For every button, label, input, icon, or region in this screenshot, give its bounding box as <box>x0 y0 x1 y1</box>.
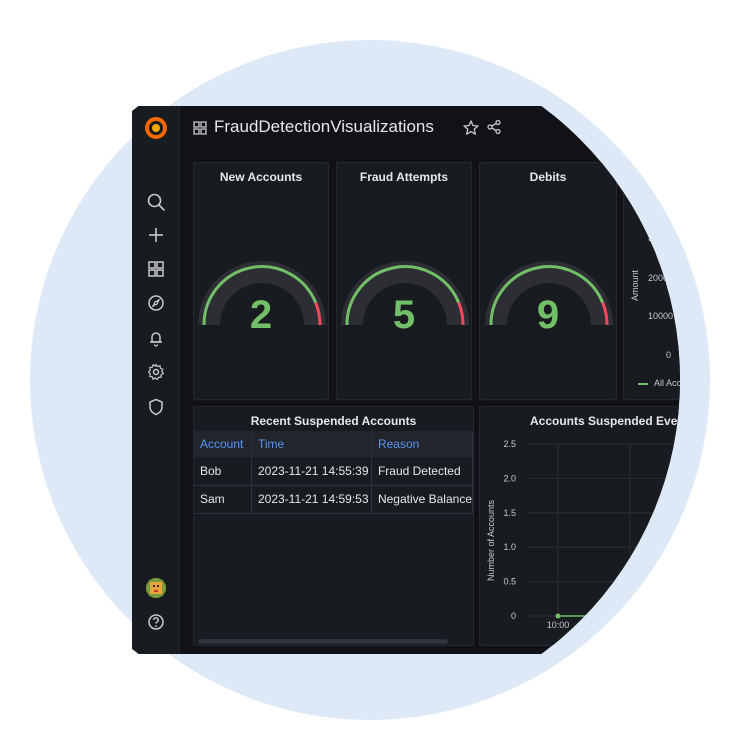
y-tick-label: 1.5 <box>503 508 516 518</box>
gauge-arc <box>485 261 613 326</box>
y-tick-label: 1.0 <box>503 542 516 552</box>
gear-icon[interactable] <box>146 362 166 382</box>
y-tick: 10000 <box>648 311 674 321</box>
grafana-logo-icon[interactable] <box>144 116 168 140</box>
table-cell: Bob <box>194 457 252 486</box>
plus-icon[interactable] <box>146 225 166 245</box>
share-icon[interactable] <box>486 119 502 135</box>
grid-line <box>680 238 710 239</box>
y-tick: 0 <box>666 350 672 360</box>
gauge-arc <box>341 261 469 326</box>
table-row: Sam 2023-11-21 14:59:53 Negative Balance <box>194 485 473 514</box>
column-header-time[interactable]: Time <box>251 431 372 457</box>
star-icon[interactable] <box>462 119 480 137</box>
y-tick-label: 0.5 <box>503 577 516 587</box>
table-cell: Negative Balance <box>371 485 473 514</box>
top-bar: FraudDetectionVisualizations <box>180 106 680 150</box>
panel-suspended-accounts[interactable]: Recent Suspended Accounts Account Time R… <box>193 406 474 646</box>
search-icon[interactable] <box>146 192 166 212</box>
panel-title: Recent Suspended Accounts <box>250 414 417 428</box>
table-cell: Sam <box>194 485 252 514</box>
shield-icon[interactable] <box>146 397 166 417</box>
panel-new-accounts[interactable]: New Accounts 2 <box>193 162 329 400</box>
y-tick-label: 2.5 <box>503 439 516 449</box>
column-header-account[interactable]: Account <box>194 431 252 457</box>
panel-debits[interactable]: Debits 9 <box>479 162 617 400</box>
y-tick-label: 2.0 <box>503 473 516 483</box>
table-header-row: Account Time Reason <box>194 431 473 457</box>
x-tick-label: 10:00 <box>547 620 570 630</box>
table-cell: Fraud Detected <box>371 457 473 486</box>
dashboard-title[interactable]: FraudDetectionVisualizations <box>214 117 434 137</box>
data-point <box>555 613 561 619</box>
explore-icon[interactable] <box>146 293 166 313</box>
legend-swatch <box>638 383 648 385</box>
table-row: Bob 2023-11-21 14:55:39 Fraud Detected <box>194 457 473 486</box>
gauge-value: 9 <box>536 293 560 337</box>
dashboard-grid-icon <box>192 120 208 136</box>
help-icon[interactable] <box>146 612 166 632</box>
y-axis-label: Number of Accounts <box>486 499 496 581</box>
bell-icon[interactable] <box>146 328 166 348</box>
gauge-value: 5 <box>392 293 416 337</box>
gauge-value: 2 <box>249 293 273 337</box>
sidebar <box>132 106 180 654</box>
window-clip: FraudDetectionVisualizations New Account… <box>132 40 710 720</box>
horizontal-scrollbar[interactable] <box>198 639 448 644</box>
y-tick-label: 0 <box>511 611 516 621</box>
gauge-arc <box>198 261 326 326</box>
avatar[interactable] <box>146 578 166 598</box>
table-cell: 2023-11-21 14:59:53 <box>251 485 372 514</box>
dashboards-icon[interactable] <box>146 259 166 279</box>
amount-axis-label: Amount <box>630 269 640 301</box>
table-cell: 2023-11-21 14:55:39 <box>251 457 372 486</box>
suspended-accounts-table: Account Time Reason Bob 2023-11-21 14:55… <box>194 431 473 514</box>
column-header-reason[interactable]: Reason <box>371 431 473 457</box>
panel-fraud-attempts[interactable]: Fraud Attempts 5 <box>336 162 472 400</box>
